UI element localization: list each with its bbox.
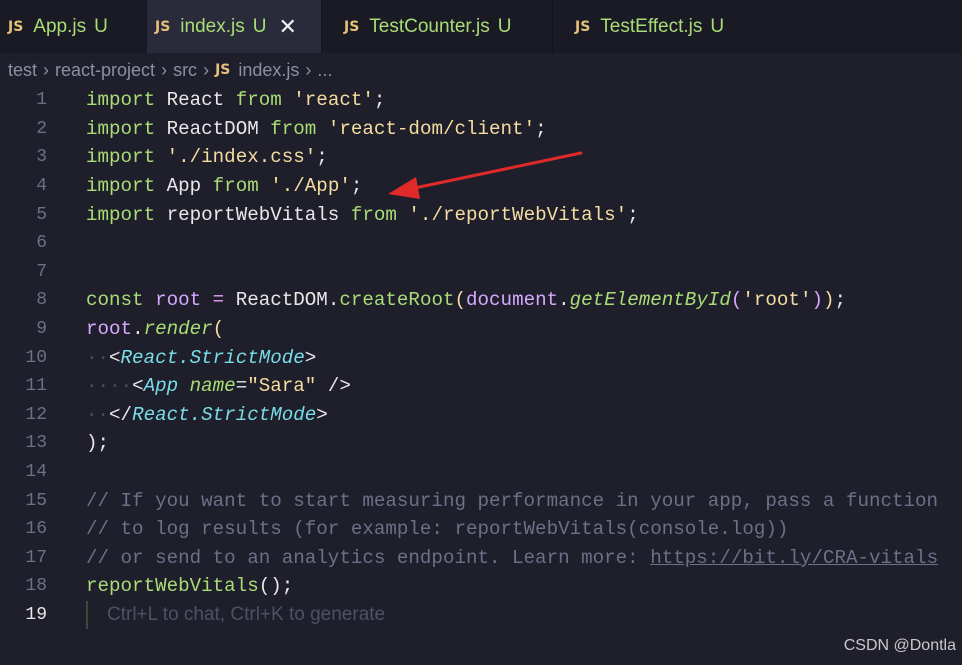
chevron-right-icon: ›	[43, 59, 50, 80]
code-editor[interactable]: 1 import React from 'react'; 2 import Re…	[0, 86, 962, 631]
code-text: import ReactDOM from 'react-dom/client';	[86, 117, 547, 140]
code-line: 7	[0, 258, 962, 287]
code-line: 8 const root = ReactDOM.createRoot(docum…	[0, 286, 962, 315]
line-number: 17	[25, 547, 47, 568]
js-file-icon: JS	[155, 18, 171, 35]
code-text: reportWebVitals();	[86, 575, 294, 598]
tab-index-js[interactable]: JS index.js U ✕	[147, 0, 321, 53]
js-file-icon: JS	[8, 18, 24, 35]
tab-label: index.js	[180, 15, 245, 37]
breadcrumb-item-test[interactable]: test	[8, 60, 37, 81]
code-line: 12 ··</React.StrictMode>	[0, 401, 962, 430]
chevron-right-icon: ›	[161, 59, 168, 80]
code-text: root.render(	[86, 318, 225, 341]
line-number: 5	[36, 204, 47, 225]
line-number: 3	[36, 147, 47, 168]
code-line: 3 import './index.css';	[0, 143, 962, 172]
code-text: import React from 'react';	[86, 89, 386, 112]
line-number: 8	[36, 290, 47, 311]
line-number: 16	[25, 519, 47, 540]
js-file-icon: JS	[575, 18, 591, 35]
text-cursor	[86, 600, 88, 629]
code-text: import reportWebVitals from './reportWeb…	[86, 203, 639, 226]
line-number: 2	[36, 118, 47, 139]
untracked-badge: U	[94, 15, 108, 37]
code-text: );	[86, 432, 110, 455]
breadcrumb-item-src[interactable]: src	[173, 60, 197, 81]
code-line: 18 reportWebVitals();	[0, 572, 962, 601]
code-line: 6	[0, 229, 962, 258]
code-text: const root = ReactDOM.createRoot(documen…	[86, 289, 847, 312]
tab-label: App.js	[33, 15, 87, 37]
code-text: import App from './App';	[86, 175, 363, 198]
chevron-right-icon: ›	[305, 59, 312, 80]
code-comment: // to log results (for example: reportWe…	[86, 518, 789, 541]
breadcrumb-more[interactable]: ...	[317, 60, 332, 81]
code-line: 4 import App from './App';	[0, 172, 962, 201]
breadcrumb-item-react-project[interactable]: react-project	[55, 60, 155, 81]
code-text: ····<App name="Sara" />	[86, 375, 351, 398]
watermark: CSDN @Dontla	[843, 637, 956, 654]
code-line: 13 );	[0, 429, 962, 458]
line-number: 10	[25, 347, 47, 368]
line-number: 11	[25, 376, 47, 397]
code-line: 16 // to log results (for example: repor…	[0, 515, 962, 544]
code-line-current[interactable]: 19 Ctrl+L to chat, Ctrl+K to generate	[0, 600, 962, 630]
code-text: import './index.css';	[86, 146, 328, 169]
line-number: 7	[36, 261, 47, 282]
comment-link[interactable]: https://bit.ly/CRA-vitals	[650, 547, 938, 569]
code-text: ··</React.StrictMode>	[86, 403, 328, 426]
line-number: 12	[25, 404, 47, 425]
untracked-badge: U	[710, 15, 725, 37]
chevron-right-icon: ›	[203, 59, 210, 80]
line-number: 19	[25, 605, 47, 626]
code-line: 15 // If you want to start measuring per…	[0, 486, 962, 515]
line-number: 9	[36, 319, 47, 340]
code-line: 5 import reportWebVitals from './reportW…	[0, 200, 962, 229]
code-comment: // If you want to start measuring perfor…	[86, 489, 939, 512]
code-line: 9 root.render(	[0, 315, 962, 344]
tab-app-js[interactable]: JS App.js U	[0, 0, 147, 53]
tab-label: TestEffect.js	[600, 15, 703, 37]
code-comment: // or send to an analytics endpoint. Lea…	[86, 546, 939, 569]
ai-hint-placeholder: Ctrl+L to chat, Ctrl+K to generate	[107, 604, 386, 626]
tab-testcounter-js[interactable]: JS TestCounter.js U	[322, 0, 552, 53]
line-number: 4	[36, 176, 47, 197]
code-line: 11 ····<App name="Sara" />	[0, 372, 962, 401]
tab-testeffect-js[interactable]: JS TestEffect.js U	[553, 0, 763, 53]
breadcrumb-item-file[interactable]: index.js	[238, 60, 299, 81]
js-file-icon: JS	[344, 18, 360, 35]
tab-label: TestCounter.js	[369, 15, 490, 37]
line-number: 13	[25, 433, 47, 454]
untracked-badge: U	[497, 15, 512, 37]
close-icon[interactable]: ✕	[278, 15, 296, 38]
code-line: 14	[0, 458, 962, 487]
code-line: 1 import React from 'react';	[0, 86, 962, 115]
line-number: 6	[36, 233, 47, 254]
line-number: 18	[25, 576, 47, 597]
editor-tab-bar: JS App.js U JS index.js U ✕ JS TestCount…	[0, 0, 962, 53]
breadcrumb: test › react-project › src › JS index.js…	[0, 53, 962, 87]
code-text: ··<React.StrictMode>	[86, 346, 317, 369]
untracked-badge: U	[252, 15, 267, 37]
line-number: 15	[25, 490, 47, 511]
code-line: 10 ··<React.StrictMode>	[0, 343, 962, 372]
code-line: 2 import ReactDOM from 'react-dom/client…	[0, 115, 962, 144]
js-file-icon: JS	[215, 62, 231, 78]
line-number: 1	[36, 90, 47, 111]
code-line: 17 // or send to an analytics endpoint. …	[0, 544, 962, 573]
line-number: 14	[25, 462, 47, 483]
